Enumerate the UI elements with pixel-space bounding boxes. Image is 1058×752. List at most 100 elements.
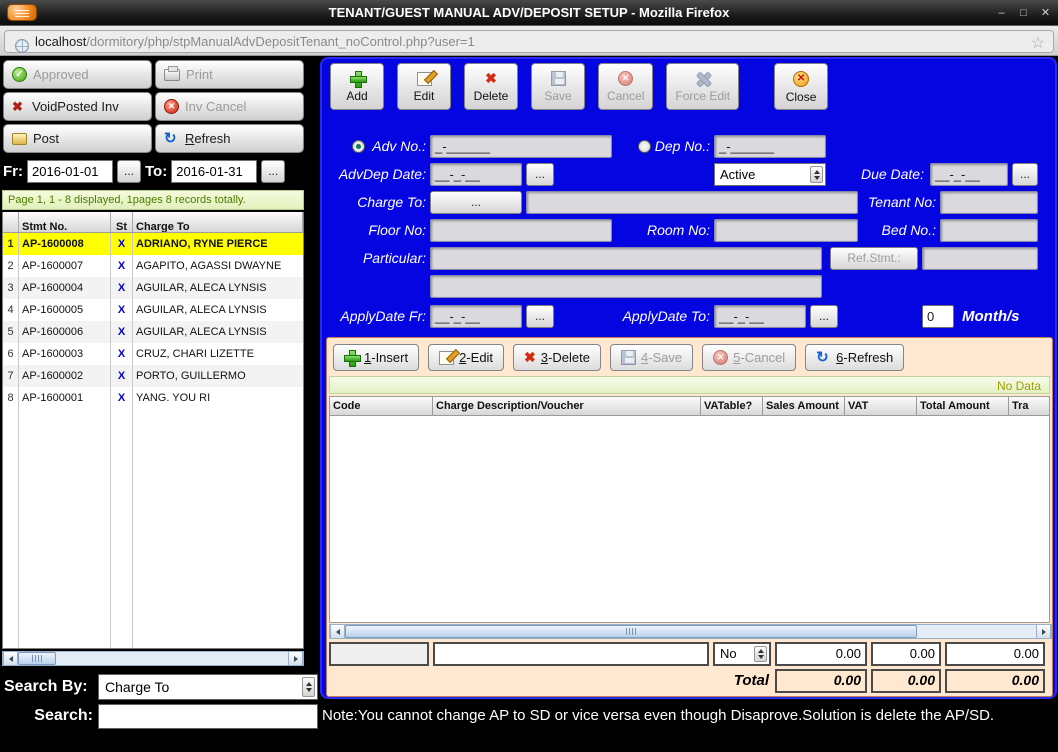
pencil-icon xyxy=(417,72,432,86)
advdep-date-field[interactable]: __-_-__ xyxy=(430,163,522,186)
scrollbar-track[interactable] xyxy=(917,625,1036,638)
minimize-button[interactable]: – xyxy=(995,7,1008,19)
bookmark-star-icon[interactable]: ☆ xyxy=(1031,33,1045,53)
ref-stmt-button[interactable]: Ref.Stmt.: xyxy=(830,247,918,270)
due-date-field[interactable]: __-_-__ xyxy=(930,163,1008,186)
scroll-left-arrow-icon[interactable] xyxy=(3,652,18,665)
scroll-left-arrow-icon[interactable] xyxy=(330,625,345,638)
table-row[interactable]: 1 AP-1600008 X ADRIANO, RYNE PIERCE xyxy=(3,233,303,255)
entry-vat-field[interactable]: 0.00 xyxy=(871,642,941,666)
charge-to-browse-button[interactable]: ... xyxy=(430,191,522,214)
save-button[interactable]: Save xyxy=(531,63,585,110)
header-vatable[interactable]: VATable? xyxy=(701,397,763,415)
refresh-rows-button[interactable]: ↻ 6-Refresh xyxy=(805,344,904,371)
entry-sales-field[interactable]: 0.00 xyxy=(775,642,867,666)
scrollbar-thumb[interactable] xyxy=(345,625,917,638)
table-row[interactable]: 7 AP-1600002 X PORTO, GUILLERMO xyxy=(3,365,303,387)
header-total-amount[interactable]: Total Amount xyxy=(917,397,1009,415)
particular-field[interactable] xyxy=(430,247,822,270)
table-row[interactable]: 4 AP-1600005 X AGUILAR, ALECA LYNSIS xyxy=(3,299,303,321)
search-input[interactable] xyxy=(98,704,318,729)
header-stmt-no[interactable]: Stmt No. xyxy=(19,212,111,232)
tenant-no-field[interactable] xyxy=(940,191,1038,214)
entry-total-field[interactable]: 0.00 xyxy=(945,642,1045,666)
bed-no-label: Bed No.: xyxy=(860,219,936,242)
globe-icon[interactable] xyxy=(15,39,29,53)
apply-date-fr-browse-button[interactable]: ... xyxy=(526,305,554,328)
date-from-browse-button[interactable]: ... xyxy=(117,160,141,183)
header-tra[interactable]: Tra xyxy=(1009,397,1049,415)
apply-date-to-field[interactable]: __-_-__ xyxy=(714,305,806,328)
charge-to-cell: AGUILAR, ALECA LYNSIS xyxy=(133,277,303,299)
post-button[interactable]: Post xyxy=(3,124,152,153)
stmt-no-cell: AP-1600007 xyxy=(19,255,111,277)
status-select[interactable]: Active xyxy=(714,163,826,186)
void-posted-inv-button[interactable]: ✖ VoidPosted Inv xyxy=(3,92,152,121)
entry-description-field[interactable] xyxy=(433,642,709,666)
total-vat-value: 0.00 xyxy=(871,669,941,693)
detail-horizontal-scrollbar[interactable] xyxy=(329,624,1052,639)
charge-to-field[interactable] xyxy=(526,191,858,214)
print-button[interactable]: Print xyxy=(155,60,304,89)
floor-no-field[interactable] xyxy=(430,219,612,242)
apply-date-fr-field[interactable]: __-_-__ xyxy=(430,305,522,328)
particular-field-2[interactable] xyxy=(430,275,822,298)
edit-button[interactable]: Edit xyxy=(397,63,451,110)
charge-to-label: Charge To: xyxy=(322,191,426,214)
apply-date-to-browse-button[interactable]: ... xyxy=(810,305,838,328)
bed-no-field[interactable] xyxy=(940,219,1038,242)
table-row[interactable]: 3 AP-1600004 X AGUILAR, ALECA LYNSIS xyxy=(3,277,303,299)
header-code[interactable]: Code xyxy=(330,397,433,415)
entry-code-field[interactable] xyxy=(329,642,429,666)
select-stepper[interactable] xyxy=(302,677,315,697)
table-row[interactable]: 5 AP-1600006 X AGUILAR, ALECA LYNSIS xyxy=(3,321,303,343)
entry-vatable-select[interactable]: No xyxy=(713,642,771,666)
scroll-right-arrow-icon[interactable] xyxy=(288,652,303,665)
address-field[interactable]: localhost/dormitory/php/stpManualAdvDepo… xyxy=(4,30,1054,53)
scroll-right-arrow-icon[interactable] xyxy=(1036,625,1051,638)
advdep-date-browse-button[interactable]: ... xyxy=(526,163,554,186)
scrollbar-track[interactable] xyxy=(56,652,288,665)
insert-row-button[interactable]: 1-Insert xyxy=(333,344,419,371)
header-charge-to[interactable]: Charge To xyxy=(133,212,303,232)
table-row[interactable]: 2 AP-1600007 X AGAPITO, AGASSI DWAYNE xyxy=(3,255,303,277)
delete-row-button[interactable]: ✖ 3-Delete xyxy=(513,344,601,371)
room-no-field[interactable] xyxy=(714,219,858,242)
header-description[interactable]: Charge Description/Voucher xyxy=(433,397,701,415)
close-window-button[interactable]: ✕ xyxy=(1039,6,1052,19)
date-range-row: Fr: 2016-01-01 ... To: 2016-01-31 ... xyxy=(3,159,304,183)
refresh-button[interactable]: ↻ Refresh xyxy=(155,124,304,153)
header-vat[interactable]: VAT xyxy=(845,397,917,415)
edit-row-button[interactable]: 2-Edit xyxy=(428,344,504,371)
table-row[interactable]: 8 AP-1600001 X YANG. YOU RI xyxy=(3,387,303,409)
force-edit-button[interactable]: Force Edit xyxy=(666,63,739,110)
dep-no-field[interactable]: _-______ xyxy=(714,135,826,158)
detail-grid-body[interactable] xyxy=(329,416,1050,623)
date-to-browse-button[interactable]: ... xyxy=(261,160,285,183)
maximize-button[interactable]: □ xyxy=(1017,7,1030,19)
select-stepper[interactable] xyxy=(754,646,767,662)
cancel-row-button[interactable]: ✕ 5-Cancel xyxy=(702,344,796,371)
header-status[interactable]: St xyxy=(111,212,133,232)
select-stepper[interactable] xyxy=(810,166,823,183)
date-to-input[interactable]: 2016-01-31 xyxy=(171,160,257,183)
approved-button[interactable]: ✓ Approved xyxy=(3,60,152,89)
firefox-menu-button[interactable] xyxy=(7,4,37,21)
months-field[interactable]: 0 xyxy=(922,305,954,328)
scrollbar-thumb[interactable] xyxy=(18,652,56,665)
date-from-input[interactable]: 2016-01-01 xyxy=(27,160,113,183)
inv-cancel-label: Inv Cancel xyxy=(185,99,246,114)
search-by-select[interactable]: Charge To xyxy=(98,674,318,700)
inv-cancel-button[interactable]: ✕ Inv Cancel xyxy=(155,92,304,121)
delete-button[interactable]: ✖ Delete xyxy=(464,63,518,110)
left-horizontal-scrollbar[interactable] xyxy=(2,651,304,666)
close-button[interactable]: ✕ Close xyxy=(774,63,828,110)
due-date-browse-button[interactable]: ... xyxy=(1012,163,1038,186)
cancel-button[interactable]: ✕ Cancel xyxy=(598,63,653,110)
adv-no-field[interactable]: _-______ xyxy=(430,135,612,158)
header-sales-amount[interactable]: Sales Amount xyxy=(763,397,845,415)
add-button[interactable]: Add xyxy=(330,63,384,110)
table-row[interactable]: 6 AP-1600003 X CRUZ, CHARI LIZETTE xyxy=(3,343,303,365)
save-row-button[interactable]: 4-Save xyxy=(610,344,693,371)
ref-stmt-field[interactable] xyxy=(922,247,1038,270)
